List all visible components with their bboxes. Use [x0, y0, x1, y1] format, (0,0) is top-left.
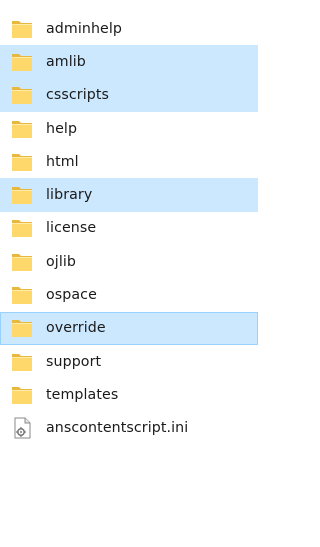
item-name: override — [46, 320, 106, 337]
item-name: help — [46, 120, 78, 137]
item-name: library — [46, 187, 93, 204]
settings-file-icon — [11, 417, 33, 439]
folder-icon — [11, 19, 33, 39]
list-item[interactable]: library — [0, 178, 258, 212]
item-name: ojlib — [46, 253, 77, 270]
folder-icon — [11, 285, 33, 305]
list-item[interactable]: override — [0, 311, 258, 345]
file-list: adminhelp amlib csscripts help html libr… — [0, 0, 258, 547]
item-name: ospace — [46, 287, 97, 304]
folder-icon — [11, 185, 33, 205]
list-item[interactable]: support — [0, 345, 258, 378]
item-name: support — [46, 353, 102, 370]
folder-icon — [11, 152, 33, 172]
folder-icon — [11, 385, 33, 405]
folder-icon — [11, 119, 33, 139]
folder-icon — [11, 52, 33, 72]
list-item[interactable]: amlib — [0, 45, 258, 79]
list-item[interactable]: adminhelp — [0, 12, 258, 45]
item-name: adminhelp — [46, 20, 123, 37]
item-name: templates — [46, 386, 119, 403]
list-item[interactable]: html — [0, 145, 258, 178]
item-name: csscripts — [46, 87, 110, 104]
item-name: anscontentscript.ini — [46, 420, 189, 437]
list-item[interactable]: ojlib — [0, 245, 258, 278]
folder-icon — [11, 218, 33, 238]
folder-icon — [11, 318, 33, 338]
list-item[interactable]: csscripts — [0, 78, 258, 112]
folder-icon — [11, 85, 33, 105]
list-item[interactable]: ospace — [0, 278, 258, 311]
item-name: amlib — [46, 53, 86, 70]
list-item[interactable]: help — [0, 112, 258, 145]
folder-icon — [11, 252, 33, 272]
folder-icon — [11, 352, 33, 372]
list-item[interactable]: anscontentscript.ini — [0, 412, 258, 445]
list-item[interactable]: templates — [0, 378, 258, 411]
item-name: html — [46, 153, 79, 170]
item-name: license — [46, 220, 97, 237]
list-item[interactable]: license — [0, 212, 258, 245]
